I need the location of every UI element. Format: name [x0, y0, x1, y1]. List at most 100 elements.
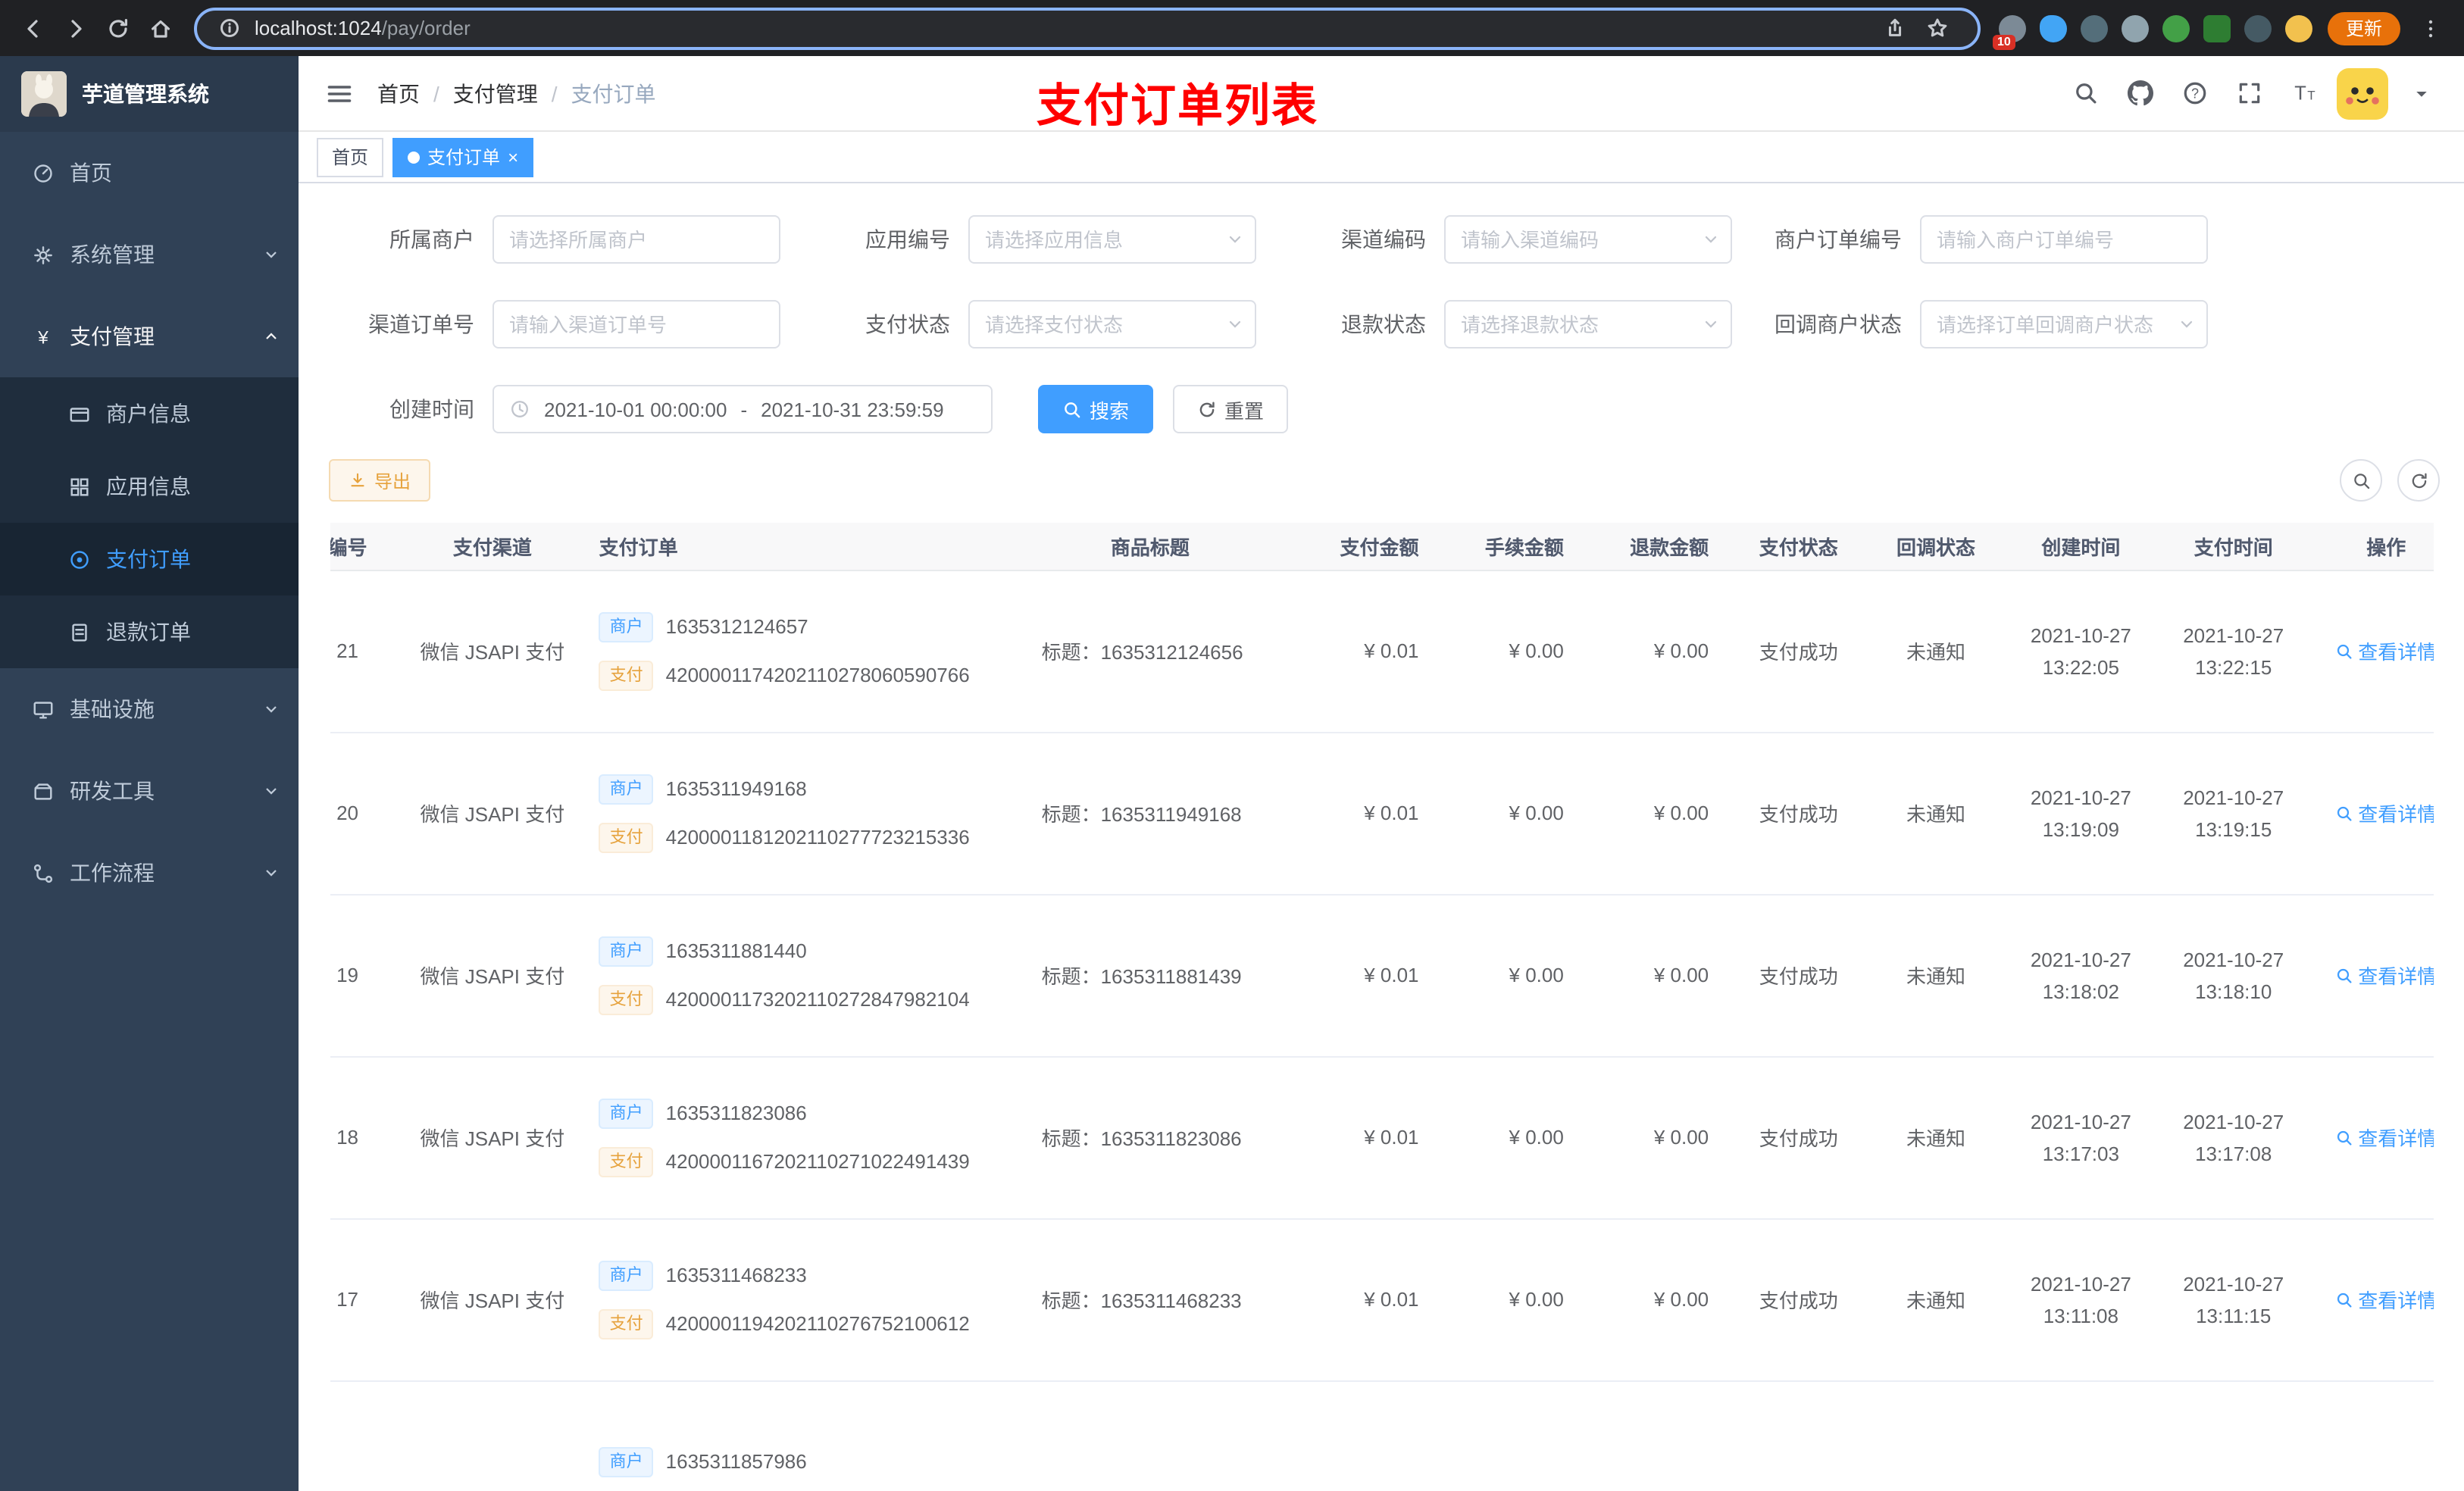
breadcrumb-payment[interactable]: 支付管理 [453, 78, 538, 108]
merchant-tag: 商户 [599, 611, 654, 642]
chrome-update-button[interactable]: 更新 [2327, 11, 2400, 45]
notify-status-filter-input [1920, 300, 2208, 349]
app-title: 芋道管理系统 [82, 82, 209, 106]
download-icon [351, 473, 364, 487]
extension-dark-icon[interactable] [2080, 14, 2108, 42]
channel-order-no-filter[interactable] [492, 300, 780, 349]
clock-icon [511, 401, 528, 417]
refresh-button[interactable] [2397, 459, 2440, 502]
tab-pay-order[interactable]: 支付订单 × [392, 137, 534, 177]
app-logo-row[interactable]: 芋道管理系统 [0, 56, 299, 132]
tab-home[interactable]: 首页 [317, 137, 384, 177]
search-icon[interactable] [2064, 72, 2106, 114]
pay-tag: 支付 [599, 822, 654, 852]
view-detail-link[interactable]: 查看详情 [2335, 799, 2434, 827]
view-detail-link[interactable]: 查看详情 [2335, 1285, 2434, 1314]
extension-grey-icon[interactable] [2121, 14, 2149, 42]
channel-code-filter[interactable] [1444, 215, 1732, 264]
sidebar-item-app-info[interactable]: 应用信息 [0, 450, 299, 523]
site-info-icon[interactable] [215, 14, 242, 42]
share-icon[interactable] [1875, 7, 1917, 49]
table-row: 商户 1635311857986 [330, 1380, 2434, 1491]
content: 所属商户 应用编号 [299, 183, 2464, 1491]
forward-icon[interactable] [55, 7, 97, 49]
monitor-icon [30, 697, 55, 721]
search-icon [2353, 473, 2369, 489]
breadcrumb: 首页 / 支付管理 / 支付订单 [377, 78, 656, 108]
notify-status-filter[interactable] [1920, 300, 2208, 349]
table-row: 17 微信 JSAPI 支付 商户 1635311468233 支付 4200001… [330, 1218, 2434, 1381]
sidebar-item-workflow[interactable]: 工作流程 [0, 832, 299, 914]
home-icon[interactable] [139, 7, 182, 49]
browser-toolbar: localhost:1024/pay/order 10 更新 [0, 0, 2464, 56]
sidebar-item-payment[interactable]: ¥ 支付管理 [0, 295, 299, 377]
reload-icon[interactable] [97, 7, 139, 49]
screen: localhost:1024/pay/order 10 更新 芋道管理系统 首页… [0, 0, 2464, 1491]
chevron-down-icon [1702, 315, 1720, 333]
view-detail-link[interactable]: 查看详情 [2335, 636, 2434, 665]
reset-button[interactable]: 重置 [1173, 385, 1289, 433]
font-size-icon[interactable]: TT [2282, 72, 2325, 114]
search-icon [2337, 643, 2352, 658]
merchant-filter[interactable] [492, 215, 780, 264]
search-icon [1065, 402, 1080, 417]
bookmark-star-icon[interactable] [1917, 7, 1959, 49]
sidebar-item-merchant-info[interactable]: 商户信息 [0, 377, 299, 450]
close-icon[interactable]: × [508, 148, 518, 166]
breadcrumb-home[interactable]: 首页 [377, 78, 420, 108]
merchant-order-no-filter[interactable] [1920, 215, 2208, 264]
app-no-filter-input [968, 215, 1256, 264]
user-avatar[interactable] [2337, 67, 2388, 119]
extension-drop-icon[interactable] [2039, 14, 2067, 42]
sidebar-item-home[interactable]: 首页 [0, 132, 299, 214]
document-icon [67, 620, 91, 644]
export-button[interactable]: 导出 [329, 459, 431, 502]
address-bar[interactable]: localhost:1024/pay/order [194, 7, 1981, 49]
merchant-tag: 商户 [599, 1260, 654, 1290]
view-detail-link[interactable]: 查看详情 [2335, 1123, 2434, 1152]
pay-tag: 支付 [599, 660, 654, 690]
search-button[interactable]: 搜索 [1038, 385, 1154, 433]
chevron-down-icon [2178, 315, 2196, 333]
dashboard-icon [30, 161, 55, 185]
table-row: 20 微信 JSAPI 支付 商户 1635311949168 支付 4200001… [330, 732, 2434, 895]
hamburger-icon[interactable] [323, 77, 356, 110]
chevron-down-icon [1226, 315, 1244, 333]
back-icon[interactable] [12, 7, 55, 49]
refresh-icon [1199, 401, 1215, 417]
svg-text:T: T [2306, 89, 2314, 103]
question-icon[interactable]: ? [2173, 72, 2215, 114]
chevron-down-icon [262, 245, 280, 264]
extension-chat-icon[interactable] [2203, 14, 2231, 42]
fullscreen-icon[interactable] [2228, 72, 2270, 114]
url-text: localhost:1024/pay/order [255, 17, 471, 39]
sidebar-item-refund-order[interactable]: 退款订单 [0, 595, 299, 668]
create-time-range[interactable]: 2021-10-01 00:00:00 - 2021-10-31 23:59:5… [492, 385, 993, 433]
extension-icon[interactable]: 10 [1992, 14, 2026, 49]
workflow-icon [30, 861, 55, 885]
filter-label: 支付状态 [865, 312, 950, 336]
caret-down-icon[interactable] [2400, 72, 2443, 114]
extension-face-icon[interactable] [2284, 14, 2312, 42]
extension-pin-icon[interactable] [2244, 14, 2272, 42]
filter-label: 渠道订单号 [368, 312, 474, 336]
sidebar: 芋道管理系统 首页 系统管理 ¥ 支付管理 商户信息 应用信息 支付订单 退款订… [0, 56, 299, 1491]
card-icon [67, 402, 91, 426]
refund-status-filter[interactable] [1444, 300, 1732, 349]
channel-order-no-filter-input [492, 300, 780, 349]
sidebar-item-dev-tools[interactable]: 研发工具 [0, 750, 299, 832]
app-no-filter[interactable] [968, 215, 1256, 264]
extension-check-icon[interactable] [2162, 14, 2190, 42]
sidebar-item-system[interactable]: 系统管理 [0, 214, 299, 295]
merchant-order-no-filter-input [1920, 215, 2208, 264]
github-icon[interactable] [2118, 72, 2161, 114]
chevron-down-icon [262, 700, 280, 718]
pay-status-filter[interactable] [968, 300, 1256, 349]
sidebar-item-infra[interactable]: 基础设施 [0, 668, 299, 750]
pay-tag: 支付 [599, 984, 654, 1014]
filter-label: 渠道编码 [1341, 227, 1426, 252]
hide-search-button[interactable] [2340, 459, 2382, 502]
sidebar-item-pay-order[interactable]: 支付订单 [0, 523, 299, 595]
chrome-menu-icon[interactable] [2409, 7, 2452, 49]
view-detail-link[interactable]: 查看详情 [2335, 961, 2434, 989]
